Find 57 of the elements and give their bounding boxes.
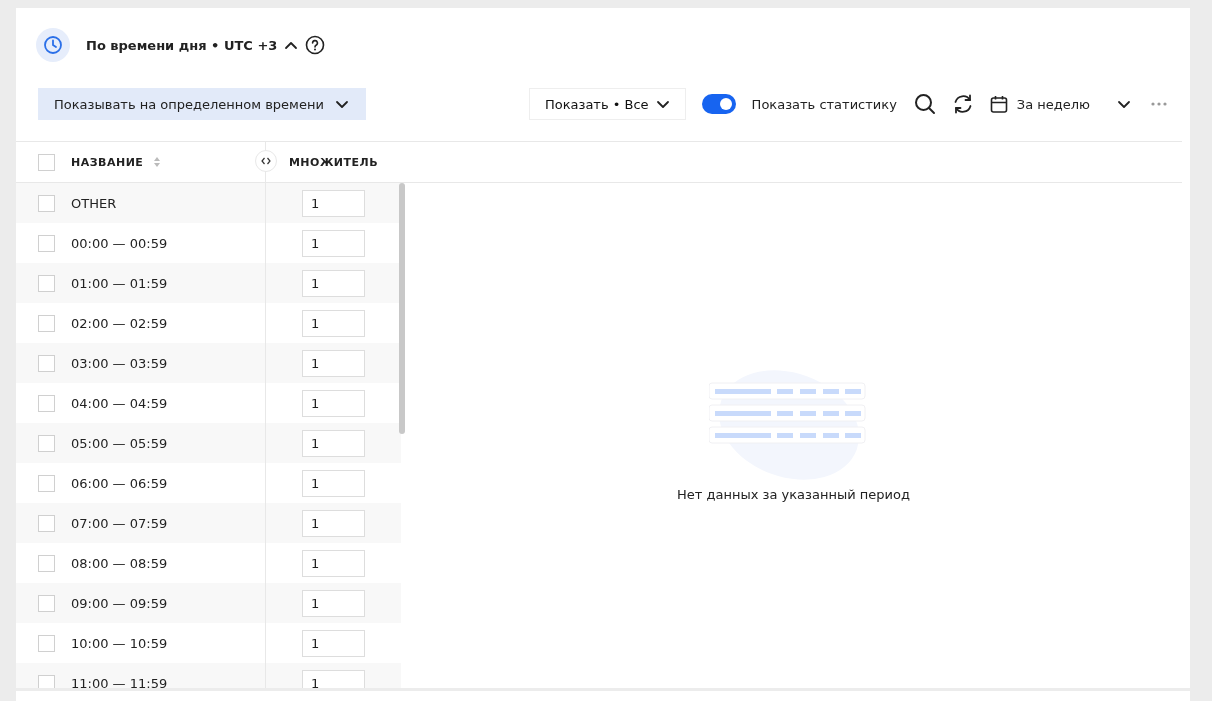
row-checkbox[interactable] [38,634,55,652]
multiplier-field[interactable]: 1 [302,469,365,497]
multiplier-field[interactable]: 1 [302,429,365,457]
table-cell: 09:00 — 09:59 [71,595,168,611]
multiplier-field[interactable]: 1 [302,349,365,377]
row-checkbox[interactable] [38,194,55,212]
toggle-label: Показать статистику [751,96,897,112]
row-checkbox[interactable] [38,594,55,612]
row-checkbox[interactable] [38,554,55,572]
more-icon[interactable] [1150,101,1168,107]
help-icon[interactable] [305,35,326,55]
table-cell: 11:00 — 11:59 [71,675,168,688]
table-cell: 06:00 — 06:59 [71,475,168,491]
select-all-checkbox[interactable] [38,153,55,171]
table-cell: 02:00 — 02:59 [71,315,168,331]
calendar-icon [988,94,1009,114]
section-title: По времени дня • UTC +3 [86,37,278,53]
table-cell: 10:00 — 10:59 [71,635,168,651]
row-checkbox[interactable] [38,434,55,452]
resize-handle[interactable] [255,150,277,172]
statistics-toggle[interactable] [701,94,736,114]
table-cell: 08:00 — 08:59 [71,555,168,571]
row-checkbox[interactable] [38,514,55,532]
row-checkbox[interactable] [38,274,55,292]
row-checkbox[interactable] [38,234,55,252]
table-cell: 01:00 — 01:59 [71,275,168,291]
show-filter-dropdown[interactable]: Показать • Все [528,88,686,120]
multiplier-field[interactable]: 1 [302,549,365,577]
table-cell: 04:00 — 04:59 [71,395,168,411]
search-icon[interactable] [912,92,937,116]
display-mode-dropdown[interactable]: Показывать на определенном времени [38,88,366,120]
period-dropdown[interactable]: За неделю [988,94,1132,114]
multiplier-field[interactable]: 1 [302,629,365,657]
table-cell: 05:00 — 05:59 [71,435,168,451]
multiplier-field[interactable]: 1 [302,229,365,257]
multiplier-field[interactable]: 1 [302,269,365,297]
row-checkbox[interactable] [38,474,55,492]
table-cell: 07:00 — 07:59 [71,515,168,531]
table-cell: OTHER [71,195,117,211]
scrollbar[interactable] [399,183,405,434]
row-checkbox[interactable] [38,674,55,688]
multiplier-field[interactable]: 1 [302,189,365,217]
clock-icon [36,28,70,62]
multiplier-field[interactable]: 1 [302,389,365,417]
empty-state-message: Нет данных за указанный период [677,487,910,502]
column-header: МНОЖИТЕЛЬ [288,155,379,169]
sort-icon[interactable] [153,156,162,168]
row-checkbox[interactable] [38,314,55,332]
column-header: НАЗВАНИЕ [71,155,144,169]
multiplier-field[interactable]: 1 [302,309,365,337]
table-cell: 03:00 — 03:59 [71,355,168,371]
multiplier-field[interactable]: 1 [302,669,365,688]
row-checkbox[interactable] [38,354,55,372]
multiplier-field[interactable]: 1 [302,509,365,537]
multiplier-field[interactable]: 1 [302,589,365,617]
row-checkbox[interactable] [38,394,55,412]
table-cell: 00:00 — 00:59 [71,235,168,251]
